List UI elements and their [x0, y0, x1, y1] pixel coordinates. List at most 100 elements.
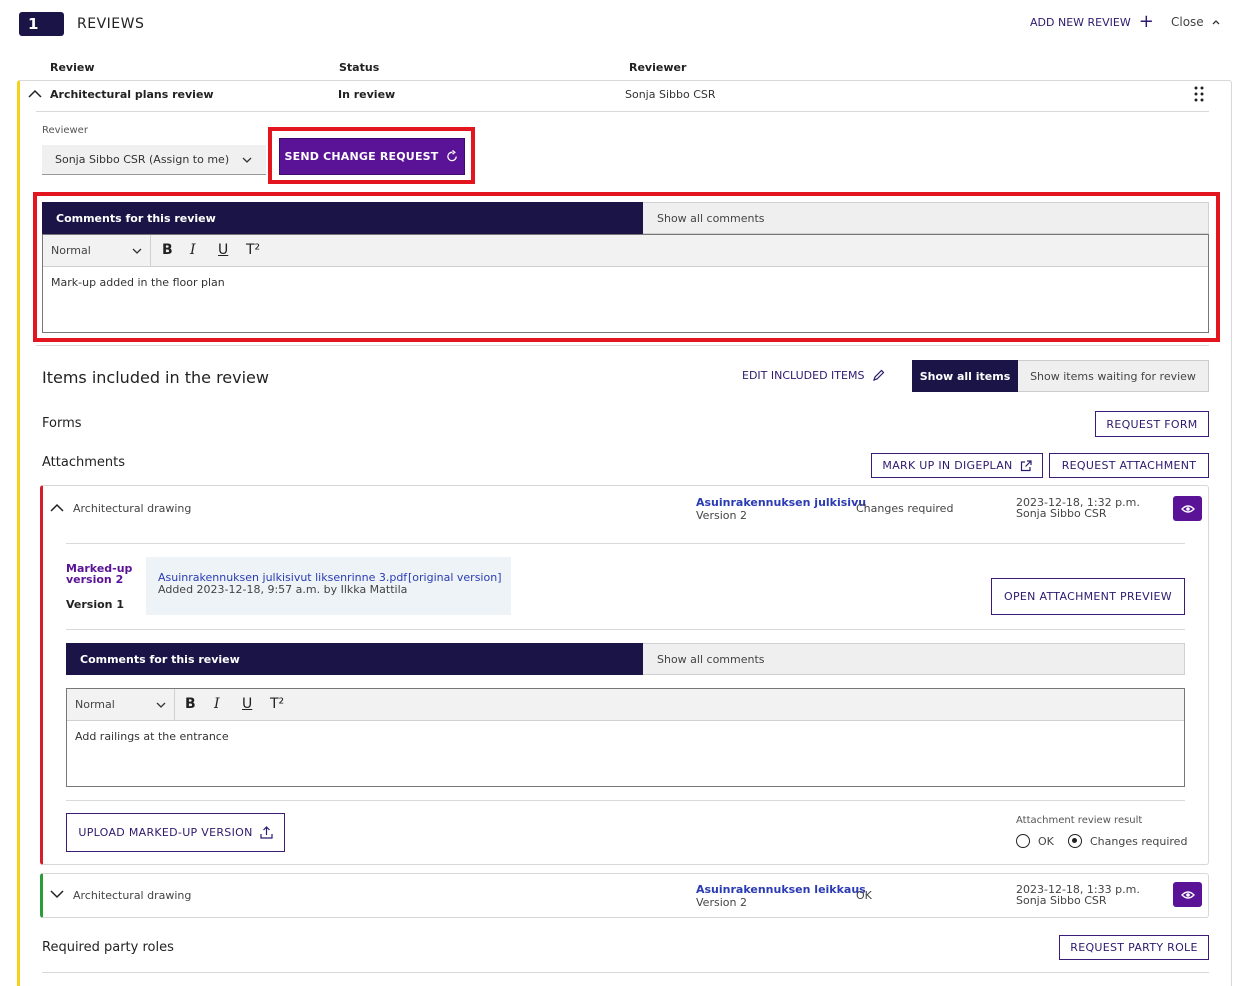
open-attachment-preview-button[interactable]: OPEN ATTACHMENT PREVIEW [991, 578, 1185, 615]
review-row[interactable]: Architectural plans review In review Son… [28, 86, 1208, 110]
refresh-icon [447, 150, 458, 162]
attachment-version: Version 2 [696, 509, 747, 522]
tab-show-all-comments[interactable]: Show all comments [643, 643, 1185, 675]
chevron-up-icon [1212, 20, 1220, 25]
format-select[interactable]: Normal [43, 235, 151, 267]
radio-ok-indicator[interactable] [1016, 834, 1030, 848]
tab-label: Show all comments [657, 652, 765, 666]
review-number-badge: 1 [19, 12, 64, 36]
upload-marked-up-version-button[interactable]: UPLOAD MARKED-UP VERSION [66, 813, 285, 852]
attachment-type: Architectural drawing [73, 502, 192, 515]
request-attachment-button[interactable]: REQUEST ATTACHMENT [1049, 453, 1209, 478]
comments-panel: Comments for this review Show all commen… [42, 202, 1209, 333]
superscript-icon[interactable]: T² [270, 696, 284, 712]
request-form-label: REQUEST FORM [1106, 417, 1198, 431]
divider [36, 345, 1209, 346]
review-status: In review [338, 88, 396, 101]
comments-panel: Comments for this review Show all commen… [66, 643, 1185, 787]
comment-editor[interactable]: Normal B I U T² Mark-up added in the flo… [42, 234, 1209, 333]
show-items-waiting-label: Show items waiting for review [1030, 369, 1196, 383]
review-reviewer: Sonja Sibbo CSR [625, 88, 716, 101]
version-1-label[interactable]: Version 1 [66, 598, 124, 611]
items-section-title: Items included in the review [42, 368, 269, 387]
show-all-items-button[interactable]: Show all items [912, 360, 1018, 392]
add-new-review-button[interactable]: ADD NEW REVIEW + [1030, 11, 1154, 32]
attachment-reviewer: Sonja Sibbo CSR [1016, 507, 1107, 520]
request-party-role-button[interactable]: REQUEST PARTY ROLE [1059, 935, 1209, 960]
column-header-status: Status [339, 61, 380, 74]
underline-icon[interactable]: U [218, 242, 228, 258]
reviews-title: REVIEWS [77, 16, 145, 32]
underline-icon[interactable]: U [242, 696, 252, 712]
pencil-icon [873, 369, 885, 381]
superscript-icon[interactable]: T² [246, 242, 260, 258]
more-options-icon[interactable] [1194, 86, 1204, 102]
attachments-label: Attachments [42, 455, 125, 470]
attachment-row-header[interactable]: Architectural drawing Asuinrakennuksen j… [50, 494, 1202, 524]
format-value: Normal [75, 698, 115, 711]
chevron-up-icon[interactable] [28, 89, 42, 98]
column-header-reviewer: Reviewer [629, 61, 687, 74]
divider [66, 629, 1185, 630]
attachment-reviewer: Sonja Sibbo CSR [1016, 894, 1107, 907]
review-name: Architectural plans review [50, 88, 214, 101]
mark-up-in-digeplan-label: MARK UP IN DIGEPLAN [882, 459, 1013, 472]
reviewer-select[interactable]: Sonja Sibbo CSR (Assign to me) [42, 145, 266, 175]
reviewer-select-value: Sonja Sibbo CSR (Assign to me) [55, 153, 230, 166]
request-party-role-label: REQUEST PARTY ROLE [1070, 941, 1198, 954]
request-attachment-label: REQUEST ATTACHMENT [1061, 459, 1197, 472]
required-party-roles-label: Required party roles [42, 940, 174, 955]
format-value: Normal [51, 244, 91, 257]
radio-changes-required-indicator[interactable] [1068, 834, 1082, 848]
show-items-waiting-button[interactable]: Show items waiting for review [1018, 360, 1209, 392]
request-form-button[interactable]: REQUEST FORM [1095, 411, 1209, 437]
file-info-panel: Asuinrakennuksen julkisivut liksenrinne … [146, 557, 511, 615]
attachment-status: OK [856, 889, 872, 902]
attachment-status: Changes required [856, 502, 954, 515]
radio-ok[interactable]: OK [1016, 834, 1054, 848]
comment-text: Mark-up added in the floor plan [51, 276, 225, 289]
italic-icon[interactable]: I [214, 696, 220, 712]
marked-up-version-link[interactable]: Marked-up version 2 [66, 563, 138, 585]
add-new-review-label: ADD NEW REVIEW [1030, 15, 1131, 29]
radio-changes-required-label: Changes required [1090, 834, 1188, 848]
attachment-file-link[interactable]: Asuinrakennuksen leikkaus [696, 883, 866, 896]
tab-comments-for-this-review[interactable]: Comments for this review [66, 643, 643, 675]
divider [36, 111, 1209, 112]
tab-show-all-comments[interactable]: Show all comments [643, 202, 1209, 234]
plus-icon: + [1138, 11, 1154, 32]
close-button[interactable]: Close [1171, 15, 1220, 29]
open-attachment-preview-label: OPEN ATTACHMENT PREVIEW [1004, 590, 1172, 603]
attachment-file-link[interactable]: Asuinrakennuksen julkisivu [696, 496, 866, 509]
items-filter-toggle: Show all items Show items waiting for re… [912, 360, 1209, 392]
divider [66, 543, 1185, 544]
italic-icon[interactable]: I [190, 242, 196, 258]
chevron-down-icon[interactable] [50, 890, 64, 899]
radio-changes-required[interactable]: Changes required [1068, 834, 1187, 848]
edit-included-items-button[interactable]: EDIT INCLUDED ITEMS [742, 369, 885, 382]
format-select[interactable]: Normal [67, 689, 175, 721]
column-header-review: Review [50, 61, 95, 74]
radio-ok-label: OK [1038, 834, 1054, 848]
view-attachment-button[interactable] [1173, 496, 1202, 521]
send-change-request-button[interactable]: SEND CHANGE REQUEST [279, 138, 465, 175]
view-attachment-button[interactable] [1173, 882, 1202, 907]
editor-toolbar: Normal B I U T² [43, 235, 1208, 267]
divider [42, 972, 1209, 973]
mark-up-in-digeplan-button[interactable]: MARK UP IN DIGEPLAN [871, 453, 1043, 478]
chevron-down-icon [132, 248, 142, 254]
bold-icon[interactable]: B [162, 242, 173, 258]
comment-editor[interactable]: Normal B I U T² Add railings at the entr… [66, 688, 1185, 787]
eye-icon [1180, 890, 1195, 899]
edit-included-items-label: EDIT INCLUDED ITEMS [742, 369, 865, 382]
comment-text: Add railings at the entrance [75, 730, 229, 743]
attachment-row-header[interactable]: Architectural drawing Asuinrakennuksen l… [50, 881, 1202, 911]
editor-toolbar: Normal B I U T² [67, 689, 1184, 721]
bold-icon[interactable]: B [185, 696, 196, 712]
tab-comments-for-this-review[interactable]: Comments for this review [42, 202, 643, 234]
tab-label: Comments for this review [56, 211, 216, 225]
send-change-request-label: SEND CHANGE REQUEST [284, 150, 439, 163]
original-version-link[interactable]: [original version] [408, 571, 501, 584]
chevron-up-icon[interactable] [50, 503, 64, 512]
tab-label: Comments for this review [80, 652, 240, 666]
